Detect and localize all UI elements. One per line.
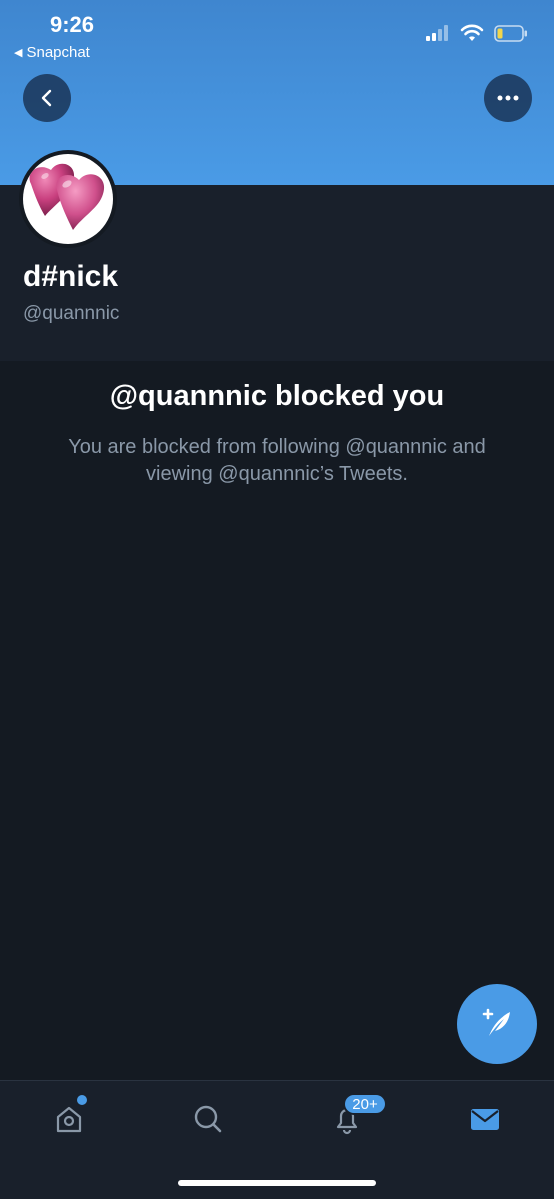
- compose-icon: [482, 1008, 510, 1036]
- back-button[interactable]: [23, 74, 71, 122]
- battery-icon: [494, 24, 527, 42]
- compose-tweet-button[interactable]: [457, 984, 537, 1064]
- tab-search[interactable]: [178, 1099, 238, 1139]
- wifi-icon: [460, 24, 484, 41]
- blocked-title: @quannnic blocked you: [109, 380, 445, 412]
- home-new-dot: [77, 1095, 87, 1105]
- blocked-message: You are blocked from following @quannnic…: [68, 436, 486, 485]
- more-options-button[interactable]: [484, 74, 532, 122]
- home-icon: [56, 1106, 82, 1133]
- more-icon: [497, 95, 519, 101]
- tab-messages[interactable]: [455, 1099, 515, 1139]
- notifications-badge: 20+: [343, 1093, 387, 1115]
- mail-icon: [471, 1109, 499, 1130]
- search-icon: [194, 1105, 222, 1133]
- tab-notifications[interactable]: 20+: [317, 1093, 387, 1139]
- status-time: 9:26: [50, 12, 95, 37]
- back-to-app-label: Snapchat: [26, 44, 90, 61]
- back-to-app-link[interactable]: ◀ Snapchat: [14, 44, 90, 61]
- back-icon: [41, 89, 52, 107]
- cellular-signal-icon: [426, 25, 448, 41]
- profile-handle: @quannnic: [23, 303, 120, 324]
- status-icons: [426, 24, 528, 42]
- back-to-app-arrow: ◀: [14, 47, 23, 59]
- avatar[interactable]: [19, 150, 117, 248]
- status-bar: 9:26 ◀ Snapchat: [0, 0, 554, 70]
- avatar-hearts-image: [29, 163, 105, 230]
- tab-home[interactable]: [39, 1095, 99, 1139]
- home-indicator[interactable]: [178, 1180, 376, 1186]
- display-name: d#nick: [23, 260, 119, 293]
